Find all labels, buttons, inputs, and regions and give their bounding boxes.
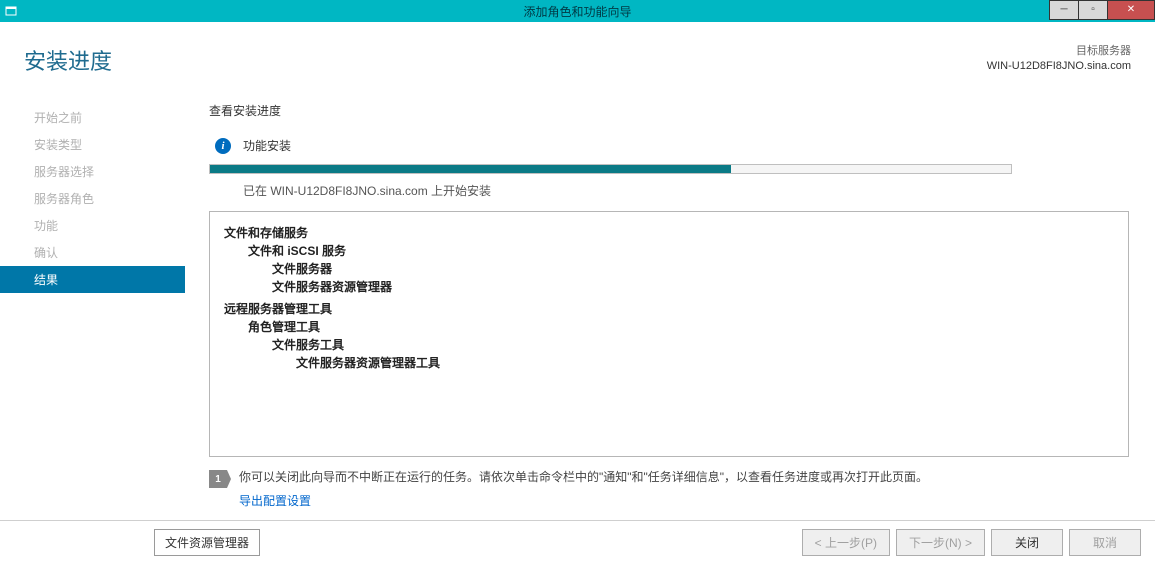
flag-icon: 1	[209, 470, 227, 488]
next-button: 下一步(N) >	[896, 529, 985, 556]
app-icon	[0, 0, 22, 22]
bottom-bar: 文件资源管理器 < 上一步(P) 下一步(N) > 关闭 取消	[0, 527, 1155, 557]
header: 安装进度 目标服务器 WIN-U12D8FI8JNO.sina.com	[0, 22, 1155, 84]
maximize-button[interactable]: ▫	[1078, 0, 1108, 20]
previous-button: < 上一步(P)	[802, 529, 890, 556]
page-title: 安装进度	[24, 44, 112, 76]
sidebar-item-results[interactable]: 结果	[0, 266, 185, 293]
content: 查看安装进度 i 功能安装 已在 WIN-U12D8FI8JNO.sina.co…	[185, 84, 1155, 509]
notification-text-wrap: 你可以关闭此向导而不中断正在运行的任务。请依次单击命令栏中的"通知"和"任务详细…	[239, 469, 928, 509]
export-config-link[interactable]: 导出配置设置	[239, 492, 311, 509]
progress-bar	[209, 164, 1012, 174]
feature-item: 文件和存储服务	[224, 224, 1114, 242]
taskbar-chip[interactable]: 文件资源管理器	[154, 529, 260, 556]
sidebar-item-server-select: 服务器选择	[0, 158, 185, 185]
cancel-button: 取消	[1069, 529, 1141, 556]
features-box: 文件和存储服务 文件和 iSCSI 服务 文件服务器 文件服务器资源管理器 远程…	[209, 211, 1129, 457]
minimize-button[interactable]: ─	[1049, 0, 1079, 20]
feature-group-2: 远程服务器管理工具 角色管理工具 文件服务工具 文件服务器资源管理器工具	[224, 300, 1114, 372]
feature-item: 文件服务器资源管理器	[272, 278, 1114, 296]
sidebar-item-features: 功能	[0, 212, 185, 239]
main-row: 开始之前 安装类型 服务器选择 服务器角色 功能 确认 结果 查看安装进度 i …	[0, 84, 1155, 509]
feature-item: 远程服务器管理工具	[224, 300, 1114, 318]
notification-row: 1 你可以关闭此向导而不中断正在运行的任务。请依次单击命令栏中的"通知"和"任务…	[209, 469, 1129, 509]
target-label: 目标服务器	[987, 44, 1131, 59]
close-button[interactable]: ✕	[1107, 0, 1155, 20]
window-controls: ─ ▫ ✕	[1050, 0, 1155, 20]
sidebar-item-type: 安装类型	[0, 131, 185, 158]
feature-item: 文件和 iSCSI 服务	[248, 242, 1114, 260]
target-info: 目标服务器 WIN-U12D8FI8JNO.sina.com	[987, 44, 1131, 76]
content-subheading: 查看安装进度	[209, 102, 1131, 119]
feature-item: 文件服务器	[272, 260, 1114, 278]
close-wizard-button[interactable]: 关闭	[991, 529, 1063, 556]
window-title: 添加角色和功能向导	[523, 3, 631, 20]
info-icon: i	[215, 138, 231, 154]
bottom-separator	[0, 520, 1155, 521]
target-server: WIN-U12D8FI8JNO.sina.com	[987, 59, 1131, 74]
notification-text: 你可以关闭此向导而不中断正在运行的任务。请依次单击命令栏中的"通知"和"任务详细…	[239, 469, 928, 486]
feature-item: 文件服务器资源管理器工具	[296, 354, 1114, 372]
feature-item: 角色管理工具	[248, 318, 1114, 336]
titlebar: 添加角色和功能向导 ─ ▫ ✕	[0, 0, 1155, 22]
feature-group-1: 文件和存储服务 文件和 iSCSI 服务 文件服务器 文件服务器资源管理器	[224, 224, 1114, 296]
status-text: 功能安装	[243, 137, 291, 154]
progress-fill	[210, 165, 731, 173]
sidebar: 开始之前 安装类型 服务器选择 服务器角色 功能 确认 结果	[0, 84, 185, 509]
status-row: i 功能安装	[209, 137, 1131, 154]
sidebar-item-before: 开始之前	[0, 104, 185, 131]
progress-subtext: 已在 WIN-U12D8FI8JNO.sina.com 上开始安装	[243, 182, 1131, 199]
sidebar-item-confirm: 确认	[0, 239, 185, 266]
sidebar-item-server-roles: 服务器角色	[0, 185, 185, 212]
feature-item: 文件服务工具	[272, 336, 1114, 354]
